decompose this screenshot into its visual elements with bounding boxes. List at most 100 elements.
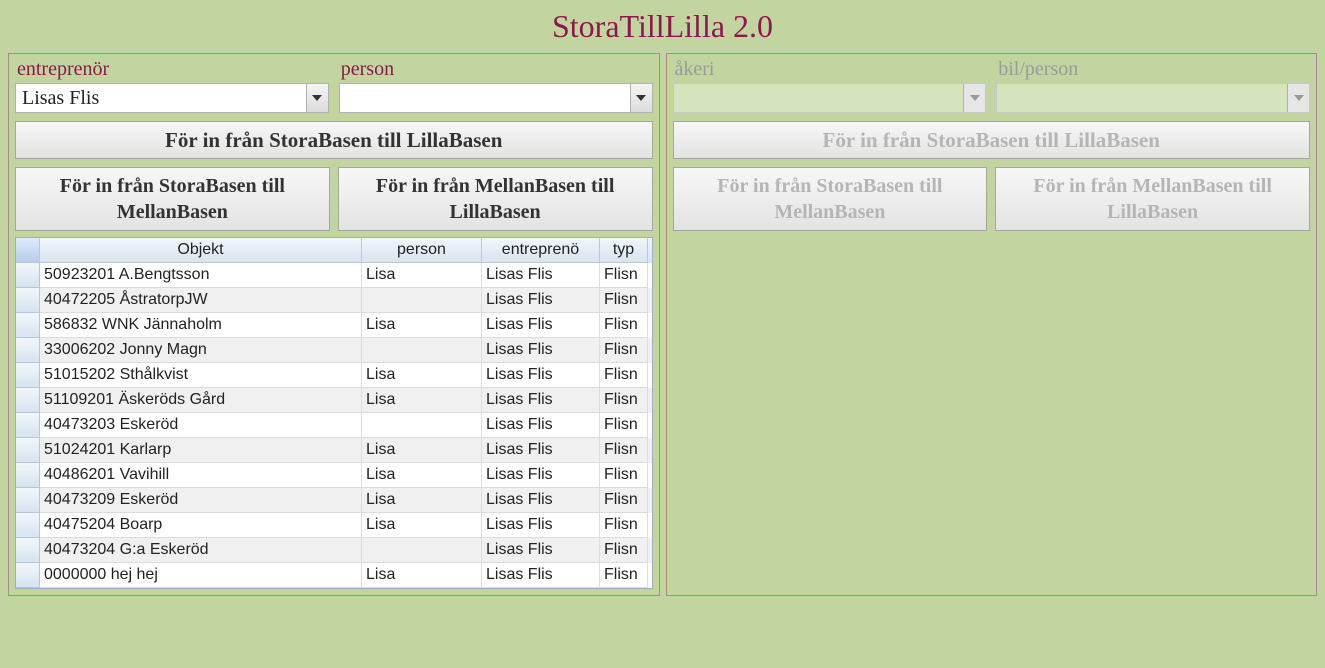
row-selector[interactable] (16, 288, 40, 313)
objects-grid[interactable]: Objekt person entreprenö typ 50923201 A.… (15, 237, 653, 589)
grid-select-all[interactable] (16, 238, 40, 263)
cell-person (362, 338, 482, 363)
vehicle-value (997, 84, 1287, 112)
left-import-stora-to-mellan-button[interactable]: För in från StoraBasen till MellanBasen (15, 167, 330, 231)
cell-typ: Flisn (600, 538, 648, 563)
carrier-combo (673, 83, 987, 113)
contractor-label: entreprenör (15, 58, 329, 81)
row-selector[interactable] (16, 413, 40, 438)
cell-person: Lisa (362, 263, 482, 288)
row-selector[interactable] (16, 388, 40, 413)
row-selector[interactable] (16, 363, 40, 388)
cell-typ: Flisn (600, 313, 648, 338)
cell-entreprenor: Lisas Flis (482, 488, 600, 513)
cell-typ: Flisn (600, 438, 648, 463)
table-row[interactable]: 40473203 EskerödLisas FlisFlisn (16, 413, 652, 438)
table-row[interactable]: 51024201 KarlarpLisaLisas FlisFlisn (16, 438, 652, 463)
cell-entreprenor: Lisas Flis (482, 363, 600, 388)
row-selector[interactable] (16, 338, 40, 363)
table-row[interactable]: 33006202 Jonny Magn Lisas FlisFlisn (16, 338, 652, 363)
cell-typ: Flisn (600, 263, 648, 288)
table-row[interactable]: 586832 WNK JännaholmLisaLisas FlisFlisn (16, 313, 652, 338)
cell-objekt: 40475204 Boarp (40, 513, 362, 538)
grid-header-objekt[interactable]: Objekt (40, 238, 362, 263)
cell-objekt: 51015202 Sthålkvist (40, 363, 362, 388)
contractor-combo[interactable]: Lisas Flis (15, 83, 329, 113)
cell-person: Lisa (362, 488, 482, 513)
table-row[interactable]: 51015202 SthålkvistLisaLisas FlisFlisn (16, 363, 652, 388)
right-import-stora-to-lilla-button: För in från StoraBasen till LillaBasen (673, 121, 1311, 159)
grid-header-typ[interactable]: typ (600, 238, 648, 263)
vehicle-combo (996, 83, 1310, 113)
cell-person: Lisa (362, 463, 482, 488)
cell-person: Lisa (362, 388, 482, 413)
cell-entreprenor: Lisas Flis (482, 388, 600, 413)
cell-person (362, 538, 482, 563)
chevron-down-icon (312, 95, 322, 101)
grid-header-person[interactable]: person (362, 238, 482, 263)
cell-objekt: 0000000 hej hej (40, 563, 362, 588)
cell-typ: Flisn (600, 463, 648, 488)
vehicle-dropdown-button (1287, 84, 1309, 112)
carrier-value (674, 84, 964, 112)
table-row[interactable]: 40475204 BoarpLisaLisas FlisFlisn (16, 513, 652, 538)
row-selector[interactable] (16, 488, 40, 513)
carrier-dropdown-button (963, 84, 985, 112)
person-dropdown-button[interactable] (630, 84, 652, 112)
cell-typ: Flisn (600, 363, 648, 388)
cell-objekt: 33006202 Jonny Magn (40, 338, 362, 363)
vehicle-label: bil/person (996, 58, 1310, 81)
cell-person: Lisa (362, 363, 482, 388)
table-row[interactable]: 0000000 hej hejLisaLisas FlisFlisn (16, 563, 652, 588)
cell-entreprenor: Lisas Flis (482, 263, 600, 288)
table-row[interactable]: 40486201 VavihillLisaLisas FlisFlisn (16, 463, 652, 488)
cell-typ: Flisn (600, 563, 648, 588)
cell-typ: Flisn (600, 338, 648, 363)
table-row[interactable]: 40472205 ÅstratorpJWLisas FlisFlisn (16, 288, 652, 313)
cell-objekt: 40486201 Vavihill (40, 463, 362, 488)
grid-header-row: Objekt person entreprenö typ (16, 238, 652, 263)
cell-entreprenor: Lisas Flis (482, 438, 600, 463)
cell-person (362, 413, 482, 438)
row-selector[interactable] (16, 563, 40, 588)
right-import-stora-to-mellan-button: För in från StoraBasen till MellanBasen (673, 167, 988, 231)
cell-entreprenor: Lisas Flis (482, 563, 600, 588)
cell-entreprenor: Lisas Flis (482, 538, 600, 563)
cell-entreprenor: Lisas Flis (482, 288, 600, 313)
person-combo[interactable] (339, 83, 653, 113)
cell-objekt: 40473203 Eskeröd (40, 413, 362, 438)
table-row[interactable]: 50923201 A.BengtssonLisaLisas FlisFlisn (16, 263, 652, 288)
grid-header-entreprenor[interactable]: entreprenö (482, 238, 600, 263)
table-row[interactable]: 40473204 G:a Eskeröd Lisas FlisFlisn (16, 538, 652, 563)
cell-entreprenor: Lisas Flis (482, 313, 600, 338)
row-selector[interactable] (16, 538, 40, 563)
app-title: StoraTillLilla 2.0 (0, 0, 1325, 53)
cell-objekt: 40473204 G:a Eskeröd (40, 538, 362, 563)
cell-entreprenor: Lisas Flis (482, 413, 600, 438)
contractor-dropdown-button[interactable] (306, 84, 328, 112)
left-import-mellan-to-lilla-button[interactable]: För in från MellanBasen till LillaBasen (338, 167, 653, 231)
cell-person (362, 288, 482, 313)
table-row[interactable]: 51109201 Äskeröds GårdLisaLisas FlisFlis… (16, 388, 652, 413)
row-selector[interactable] (16, 313, 40, 338)
row-selector[interactable] (16, 463, 40, 488)
person-value (340, 84, 630, 112)
cell-entreprenor: Lisas Flis (482, 338, 600, 363)
table-row[interactable]: 40473209 EskerödLisaLisas FlisFlisn (16, 488, 652, 513)
chevron-down-icon (1294, 95, 1304, 101)
cell-entreprenor: Lisas Flis (482, 463, 600, 488)
cell-objekt: 586832 WNK Jännaholm (40, 313, 362, 338)
row-selector[interactable] (16, 513, 40, 538)
cell-objekt: 51109201 Äskeröds Gård (40, 388, 362, 413)
chevron-down-icon (636, 95, 646, 101)
left-import-stora-to-lilla-button[interactable]: För in från StoraBasen till LillaBasen (15, 121, 653, 159)
row-selector[interactable] (16, 438, 40, 463)
cell-entreprenor: Lisas Flis (482, 513, 600, 538)
cell-objekt: 51024201 Karlarp (40, 438, 362, 463)
cell-typ: Flisn (600, 513, 648, 538)
cell-typ: Flisn (600, 288, 648, 313)
row-selector[interactable] (16, 263, 40, 288)
carrier-label: åkeri (673, 58, 987, 81)
chevron-down-icon (970, 95, 980, 101)
contractor-value: Lisas Flis (16, 84, 306, 112)
